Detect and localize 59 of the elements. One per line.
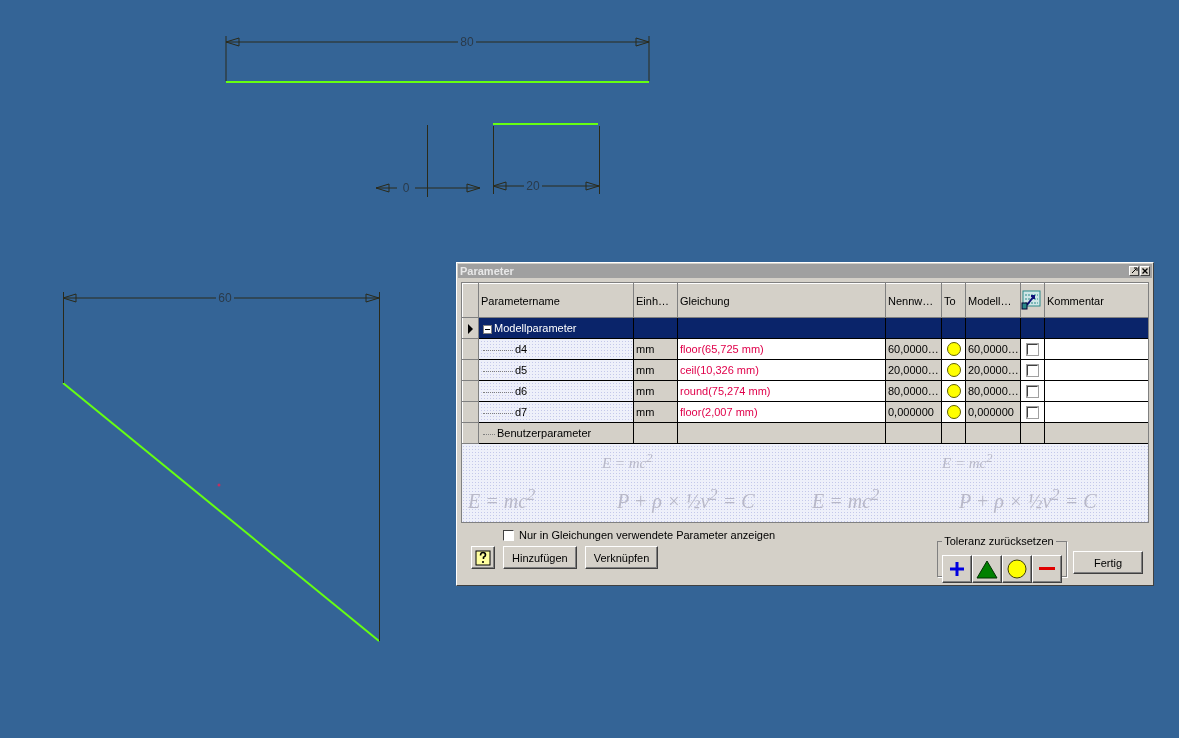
help-icon <box>475 549 491 566</box>
background-formula: E = mc$^{2}$ <box>468 484 536 513</box>
action-button[interactable]: Hinzufügen <box>503 546 577 569</box>
checkbox-label[interactable]: Nur in Gleichungen verwendete Parameter anzeigen <box>519 529 776 541</box>
group-title: Toleranz zurücksetzen <box>943 535 1055 547</box>
lower-tolerance-button[interactable] <box>1032 555 1063 583</box>
export-checkbox[interactable] <box>1027 407 1038 419</box>
background-formula: P + ρ × ½v$^{2}$ = C <box>617 484 755 513</box>
pin-icon <box>1130 267 1138 275</box>
nominal-tolerance-button[interactable] <box>1002 555 1033 583</box>
column-header[interactable]: Gleichung <box>677 283 886 318</box>
parameter-name[interactable]: d5 <box>515 364 528 376</box>
minus-icon <box>1039 567 1056 571</box>
table-cell: floor(65,725 mm) <box>677 338 886 360</box>
median-tolerance-button[interactable] <box>972 555 1003 583</box>
parameter-name[interactable]: d6 <box>515 385 528 397</box>
background-formula: E = mc$^{2}$ <box>602 450 653 472</box>
parameter-name[interactable]: d4 <box>515 343 528 355</box>
column-header[interactable]: Einh… <box>633 283 678 318</box>
export-checkbox[interactable] <box>1027 386 1038 398</box>
collapse-icon[interactable] <box>483 324 492 334</box>
column-header[interactable]: Parametername <box>478 283 634 318</box>
window-title: Parameter <box>460 265 514 277</box>
extension-line <box>599 125 600 195</box>
help-button[interactable] <box>471 546 495 569</box>
tolerance-icon[interactable] <box>946 405 961 420</box>
filter-checkbox[interactable] <box>503 529 514 541</box>
background-formula: P + ρ × ½v$^{2}$ = C <box>959 484 1097 513</box>
point-mark <box>217 483 221 487</box>
column-header[interactable]: To <box>941 283 966 318</box>
done-button[interactable]: Fertig <box>1073 551 1143 574</box>
restore-button[interactable] <box>1129 266 1139 276</box>
tolerance-icon[interactable] <box>946 363 961 378</box>
row-header[interactable] <box>462 317 479 339</box>
action-button[interactable]: Verknüpfen <box>584 546 659 569</box>
table-cell: ceil(10,326 mm) <box>677 359 886 381</box>
current-row-icon <box>468 324 473 335</box>
upper-tolerance-button[interactable] <box>942 555 973 583</box>
background-formula: E = mc$^{2}$ <box>942 450 993 472</box>
background-formula: E = mc$^{2}$ <box>812 484 880 513</box>
column-header[interactable]: Kommentar <box>1044 283 1148 318</box>
table-cell: floor(2,007 mm) <box>677 401 886 423</box>
tolerance-icon[interactable] <box>946 384 961 399</box>
column-header[interactable]: Modell… <box>965 283 1021 318</box>
parameter-name[interactable]: d7 <box>515 406 528 418</box>
column-header[interactable]: Nennw… <box>885 283 942 318</box>
extension-line <box>493 125 494 195</box>
table-cell: round(75,274 mm) <box>677 380 886 402</box>
extension-line <box>225 35 227 82</box>
circle-icon <box>1007 559 1028 579</box>
close-button[interactable] <box>1140 266 1150 276</box>
export-checkbox[interactable] <box>1027 344 1038 356</box>
close-icon <box>1141 267 1149 275</box>
plus-icon <box>949 561 966 577</box>
export-checkbox[interactable] <box>1027 365 1038 377</box>
extension-line <box>648 35 650 82</box>
spreadsheet-icon[interactable] <box>1021 288 1041 311</box>
tolerance-icon[interactable] <box>946 342 961 357</box>
triangle-icon <box>976 559 999 579</box>
